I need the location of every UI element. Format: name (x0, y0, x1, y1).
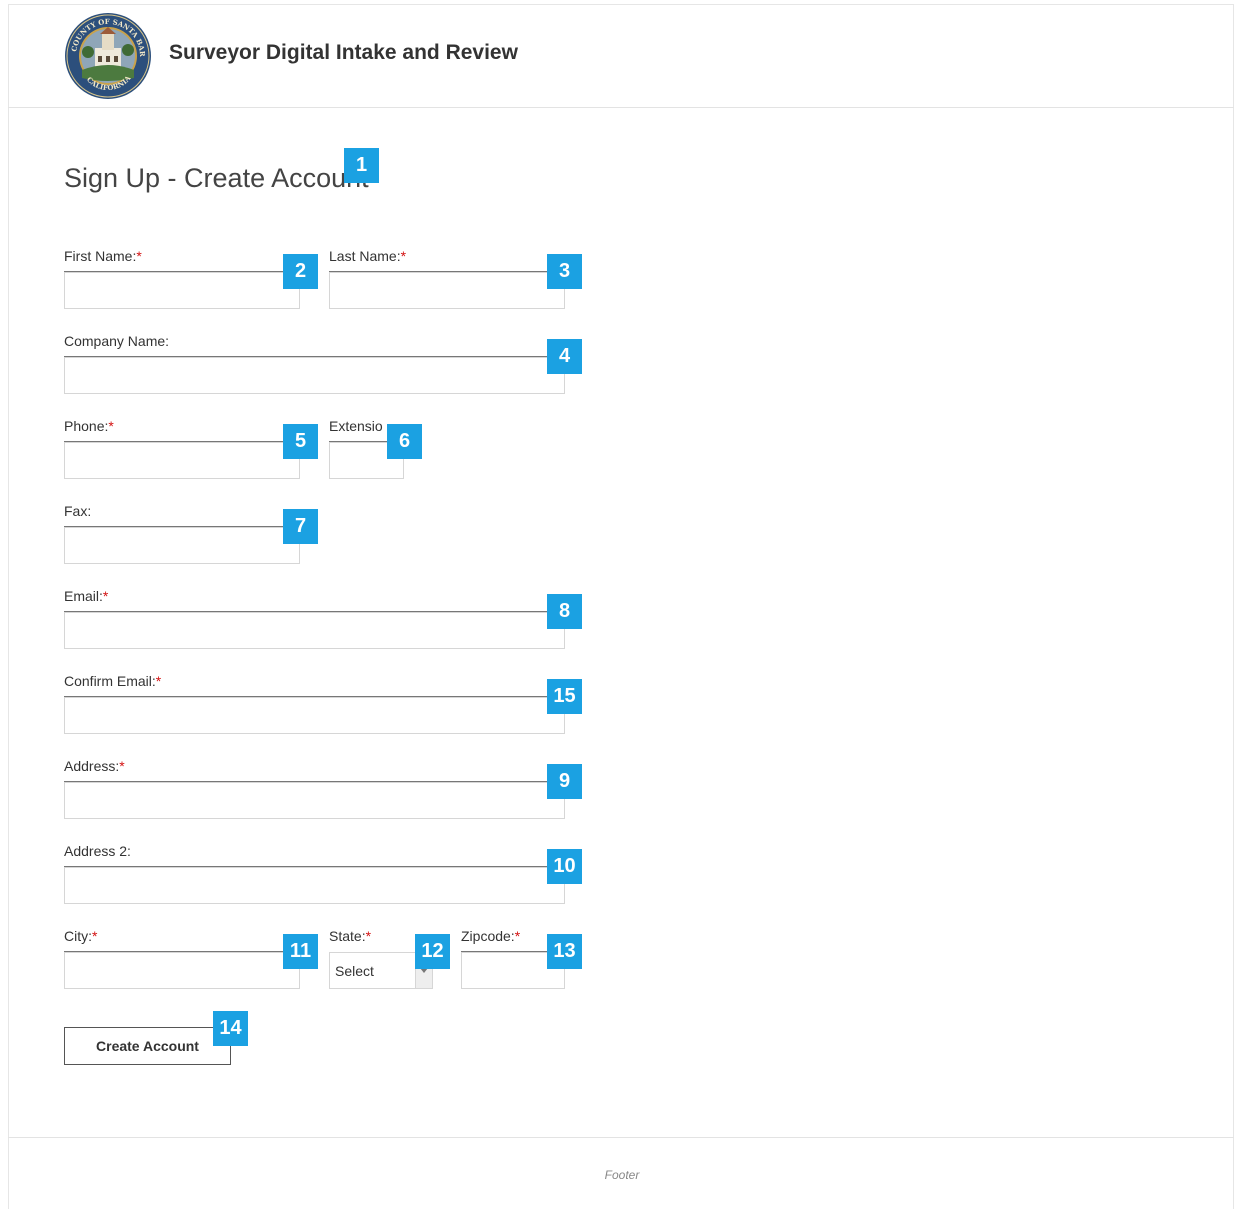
fax-label: Fax: (64, 503, 92, 519)
app-title: Surveyor Digital Intake and Review (169, 41, 518, 64)
annotation-badge-2: 2 (283, 254, 318, 289)
email-label-text: Email: (64, 588, 103, 604)
annotation-badge-13: 13 (547, 934, 582, 969)
annotation-badge-11: 11 (283, 934, 318, 969)
email-label: Email:* (64, 588, 108, 604)
required-marker: * (102, 588, 109, 604)
city-label: City:* (64, 928, 97, 944)
first-name-label-text: First Name: (64, 248, 137, 264)
annotation-badge-8: 8 (547, 594, 582, 629)
confirm-email-label: Confirm Email:* (64, 673, 161, 689)
required-marker: * (155, 673, 162, 689)
annotation-badge-14: 14 (213, 1011, 248, 1046)
required-marker: * (119, 758, 125, 774)
address-input[interactable] (64, 782, 565, 819)
first-name-label: First Name:* (64, 248, 142, 264)
last-name-label: Last Name:* (329, 248, 406, 264)
annotation-badge-9: 9 (547, 764, 582, 799)
footer-text: Footer (604, 1168, 640, 1182)
annotation-badge-1: 1 (344, 148, 379, 183)
page-title: Sign Up - Create Account (64, 163, 369, 193)
footer-divider (8, 1137, 1234, 1138)
annotation-badge-10: 10 (547, 849, 582, 884)
confirm-email-label-text: Confirm Email: (64, 673, 156, 689)
first-name-input[interactable] (64, 272, 300, 309)
required-marker: * (136, 248, 142, 264)
state-label-text: State: (329, 928, 366, 944)
fax-input[interactable] (64, 527, 300, 564)
annotation-badge-15: 15 (547, 679, 582, 714)
state-label: State:* (329, 928, 371, 944)
company-name-input[interactable] (64, 357, 565, 394)
email-input[interactable] (64, 612, 565, 649)
required-marker: * (92, 928, 98, 944)
create-account-button[interactable]: Create Account (64, 1027, 231, 1065)
annotation-badge-4: 4 (547, 339, 582, 374)
required-marker: * (108, 418, 114, 434)
address-label: Address:* (64, 758, 125, 774)
county-seal-logo: COUNTY OF SANTA BARBARA CALIFORNIA (64, 12, 151, 99)
phone-label-text: Phone: (64, 418, 109, 434)
address2-label: Address 2: (64, 843, 131, 859)
address-label-text: Address: (64, 758, 120, 774)
annotation-badge-3: 3 (547, 254, 582, 289)
annotation-badge-12: 12 (415, 934, 450, 969)
required-marker: * (365, 928, 372, 944)
required-marker: * (514, 928, 521, 944)
last-name-input[interactable] (329, 272, 565, 309)
zipcode-label-text: Zipcode: (461, 928, 515, 944)
address2-input[interactable] (64, 867, 565, 904)
zipcode-label: Zipcode:* (461, 928, 520, 944)
state-select-value: Select (335, 963, 374, 979)
annotation-badge-6: 6 (387, 424, 422, 459)
extension-label: Extensio (329, 418, 383, 434)
annotation-badge-7: 7 (283, 509, 318, 544)
annotation-badge-5: 5 (283, 424, 318, 459)
phone-input[interactable] (64, 442, 300, 479)
city-label-text: City: (64, 928, 92, 944)
confirm-email-input[interactable] (64, 697, 565, 734)
app-header: COUNTY OF SANTA BARBARA CALIFORNIA Surve… (8, 4, 1234, 108)
phone-label: Phone:* (64, 418, 114, 434)
city-input[interactable] (64, 952, 300, 989)
last-name-label-text: Last Name: (329, 248, 401, 264)
company-name-label: Company Name: (64, 333, 170, 349)
required-marker: * (400, 248, 407, 264)
